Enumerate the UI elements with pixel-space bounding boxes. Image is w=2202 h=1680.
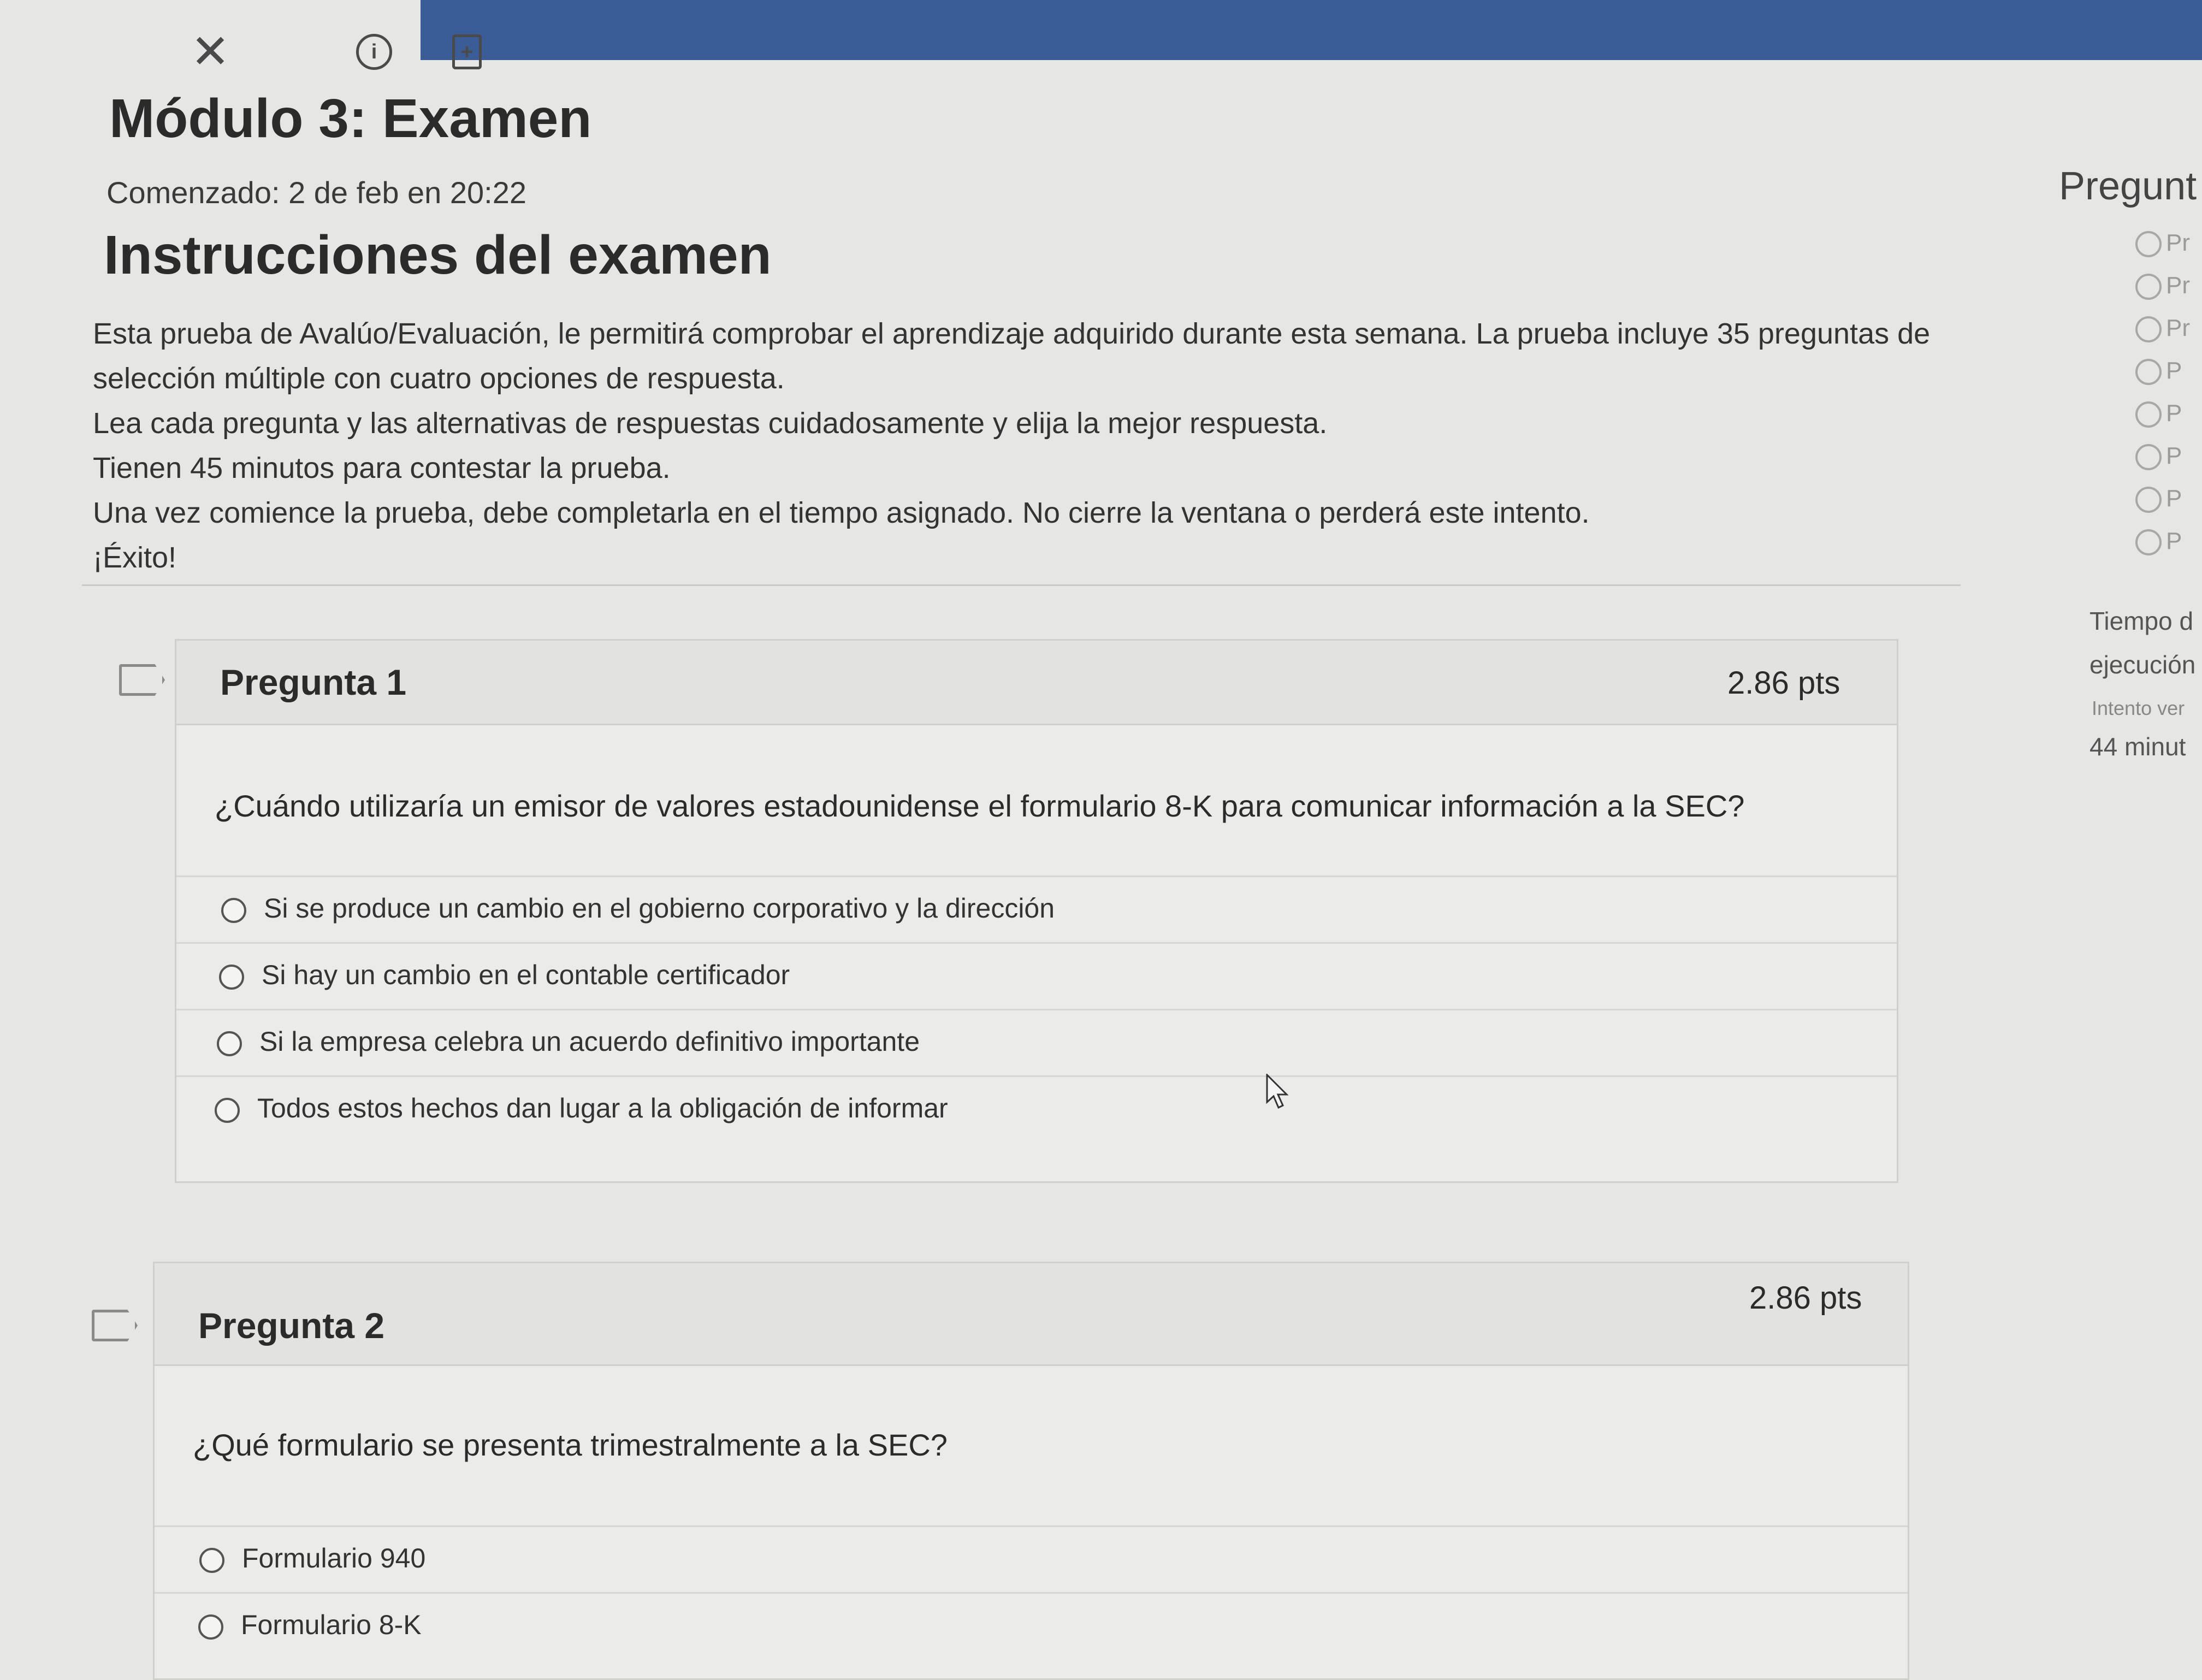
question-title: Pregunta 1 <box>220 662 407 702</box>
info-ring: i <box>356 34 392 70</box>
mouse-cursor-icon <box>1266 1074 1289 1109</box>
question-status-icon <box>2135 274 2162 300</box>
sidebar-question-link[interactable]: Pr <box>2135 315 2190 343</box>
sidebar-question-label: P <box>2166 485 2182 512</box>
instructions-line: Esta prueba de Avalúo/Evaluación, le per… <box>93 317 1931 350</box>
flag-question-icon[interactable] <box>92 1310 138 1341</box>
sidebar-question-label: P <box>2166 400 2182 427</box>
question-status-icon <box>2135 316 2162 343</box>
time-remaining: 44 minut <box>2089 732 2186 761</box>
time-label: ejecución <box>2089 650 2196 679</box>
sidebar-question-link[interactable]: Pr <box>2135 272 2190 300</box>
question-text: ¿Cuándo utilizaría un emisor de valores … <box>215 789 1745 823</box>
sidebar-question-label: Pr <box>2166 229 2190 256</box>
radio-button[interactable] <box>199 1548 224 1573</box>
started-timestamp: Comenzado: 2 de feb en 20:22 <box>106 175 527 210</box>
answer-option[interactable]: Si se produce un cambio en el gobierno c… <box>176 876 1897 944</box>
sidebar-question-link[interactable]: P <box>2135 357 2182 386</box>
sidebar-title: Pregunt <box>2059 164 2197 208</box>
question-status-icon <box>2135 231 2162 258</box>
attempt-hint: Intento ver <box>2092 697 2185 719</box>
question-status-icon <box>2135 487 2162 513</box>
close-icon[interactable]: ✕ <box>188 26 232 78</box>
question-header: Pregunta 1 2.86 pts <box>176 641 1897 725</box>
questions-sidebar: Pregunt Pr Pr Pr P P P P P Tiempo d ejec… <box>2059 158 2202 786</box>
sidebar-question-link[interactable]: P <box>2135 442 2182 471</box>
divider <box>82 584 1961 586</box>
question-points: 2.86 pts <box>1727 665 1840 701</box>
question-header: Pregunta 2 2.86 pts <box>155 1263 1908 1366</box>
sidebar-question-link[interactable]: P <box>2135 528 2182 556</box>
question-status-icon <box>2135 529 2162 556</box>
sidebar-question-link[interactable]: P <box>2135 400 2182 428</box>
option-label: Si se produce un cambio en el gobierno c… <box>264 893 1055 924</box>
option-label: Todos estos hechos dan lugar a la obliga… <box>257 1093 948 1123</box>
radio-button[interactable] <box>198 1614 223 1640</box>
instructions-title: Instrucciones del examen <box>104 224 772 286</box>
radio-button[interactable] <box>219 965 244 990</box>
add-glyph: + <box>460 39 473 64</box>
instructions-line: Tienen 45 minutos para contestar la prue… <box>93 452 671 484</box>
instructions-body: Esta prueba de Avalúo/Evaluación, le per… <box>93 311 1961 580</box>
instructions-line: Una vez comience la prueba, debe complet… <box>93 496 1590 529</box>
sidebar-question-label: P <box>2166 442 2182 469</box>
toolbar: ✕ i + <box>0 0 2202 98</box>
question-card-2: Pregunta 2 2.86 pts ¿Qué formulario se p… <box>153 1262 1909 1680</box>
answer-option[interactable]: Formulario 8-K <box>155 1592 1908 1660</box>
answer-option[interactable]: Todos estos hechos dan lugar a la obliga… <box>176 1075 1897 1144</box>
radio-button[interactable] <box>221 898 246 923</box>
info-icon[interactable]: i <box>352 30 396 74</box>
question-status-icon <box>2135 359 2162 386</box>
question-status-icon <box>2135 444 2162 471</box>
question-points: 2.86 pts <box>1749 1280 1862 1316</box>
flag-question-icon[interactable] <box>119 664 165 696</box>
sidebar-question-label: P <box>2166 528 2182 554</box>
question-title: Pregunta 2 <box>198 1305 385 1346</box>
option-label: Formulario 940 <box>242 1543 426 1573</box>
question-text: ¿Qué formulario se presenta trimestralme… <box>193 1428 948 1462</box>
instructions-line: Lea cada pregunta y las alternativas de … <box>93 407 1328 440</box>
question-card-1: Pregunta 1 2.86 pts ¿Cuándo utilizaría u… <box>175 639 1898 1183</box>
instructions-line: selección múltiple con cuatro opciones d… <box>93 362 785 395</box>
answer-option[interactable]: Si hay un cambio en el contable certific… <box>176 942 1897 1010</box>
answer-option[interactable]: Formulario 940 <box>155 1525 1908 1594</box>
sidebar-question-label: P <box>2166 357 2182 384</box>
page-title: Módulo 3: Examen <box>109 88 592 149</box>
add-document-icon[interactable]: + <box>445 30 489 74</box>
radio-button[interactable] <box>217 1031 242 1056</box>
answer-option[interactable]: Si la empresa celebra un acuerdo definit… <box>176 1009 1897 1077</box>
time-label: Tiempo d <box>2089 607 2194 635</box>
question-status-icon <box>2135 401 2162 428</box>
add-document-shape: + <box>452 34 482 69</box>
option-label: Si la empresa celebra un acuerdo definit… <box>259 1026 920 1057</box>
sidebar-question-label: Pr <box>2166 315 2190 341</box>
sidebar-question-link[interactable]: Pr <box>2135 229 2190 258</box>
info-glyph: i <box>371 40 377 63</box>
close-glyph: ✕ <box>190 26 230 78</box>
radio-button[interactable] <box>215 1098 240 1123</box>
option-label: Formulario 8-K <box>241 1610 422 1640</box>
sidebar-question-link[interactable]: P <box>2135 485 2182 513</box>
sidebar-question-label: Pr <box>2166 272 2190 299</box>
option-label: Si hay un cambio en el contable certific… <box>262 960 790 990</box>
instructions-line: ¡Éxito! <box>93 541 177 574</box>
